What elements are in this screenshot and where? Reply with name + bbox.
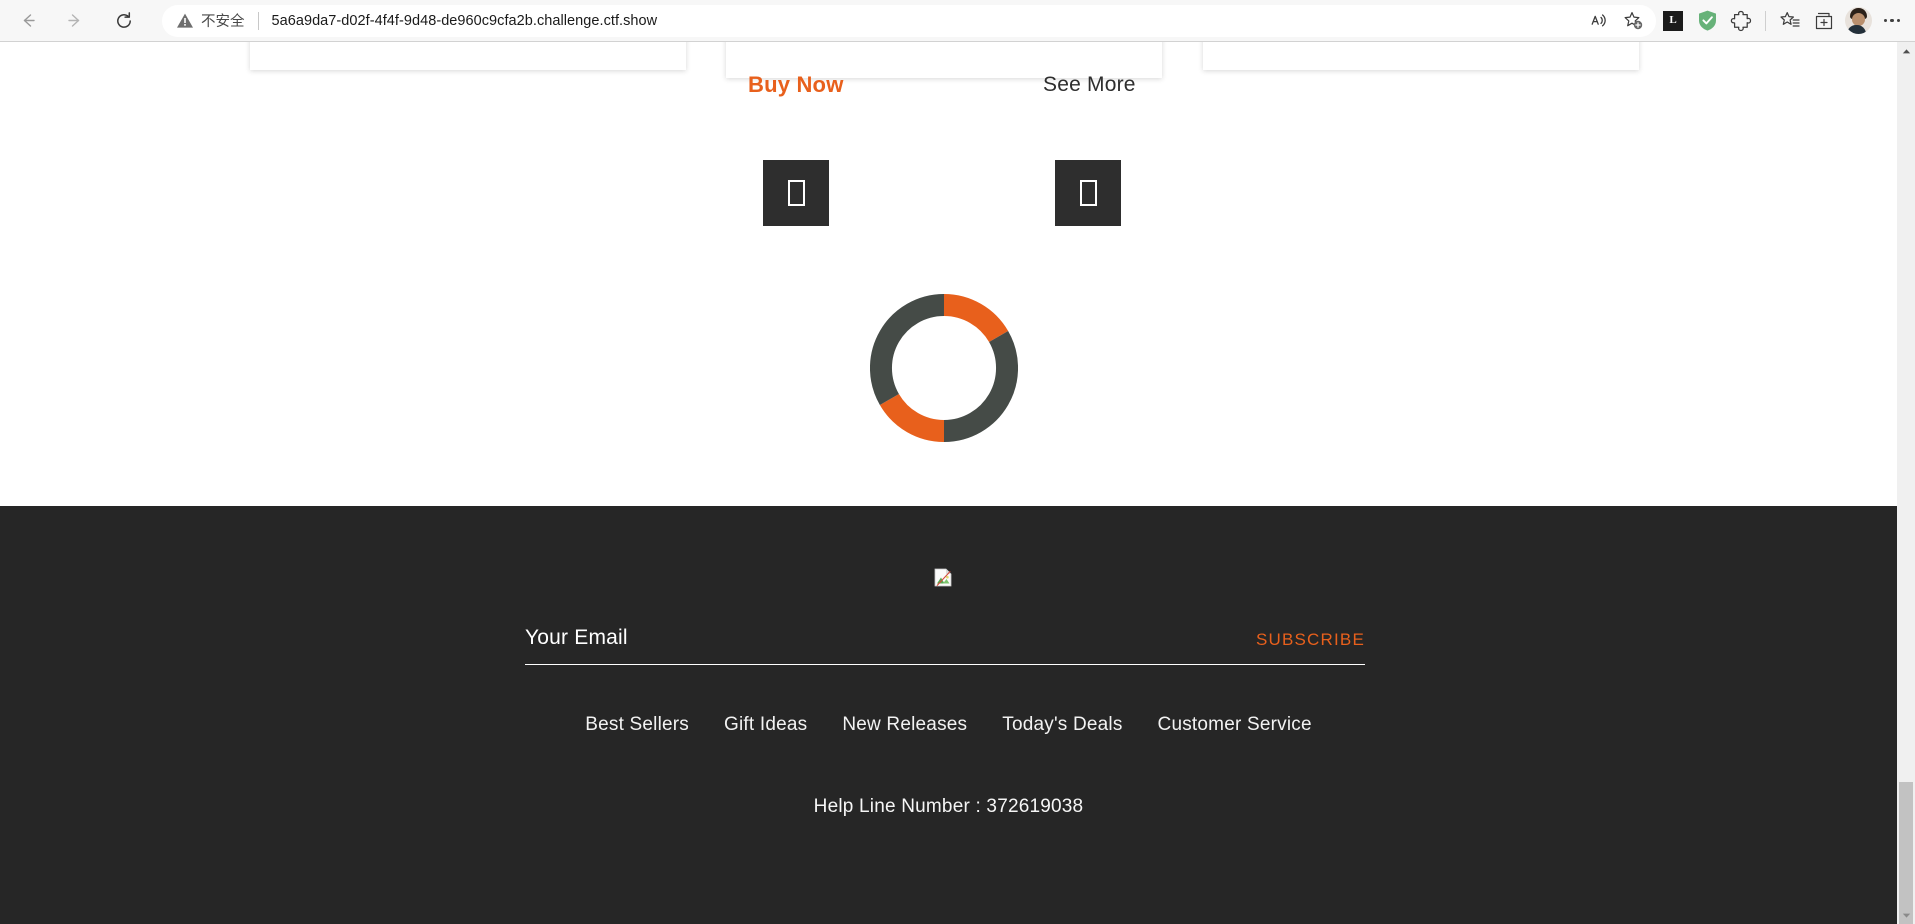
ellipsis-dot <box>1883 18 1888 23</box>
back-arrow-icon <box>23 14 35 27</box>
browser-extensions-toolbar: L <box>1656 5 1915 37</box>
star-plus-icon <box>1624 12 1642 30</box>
forward-arrow-icon <box>67 14 79 27</box>
omnibox-divider <box>257 11 259 30</box>
adguard-shield-button[interactable] <box>1690 5 1724 37</box>
forward-button[interactable] <box>56 3 92 39</box>
avatar-face <box>1851 13 1865 26</box>
footer-link-gift-ideas[interactable]: Gift Ideas <box>724 714 807 736</box>
security-status-label: 不安全 <box>201 14 245 30</box>
toolbar-divider <box>1765 10 1766 31</box>
missing-glyph-box-2[interactable] <box>1055 160 1121 226</box>
tofu-glyph-icon <box>787 180 805 206</box>
address-bar[interactable]: 不安全 5a6a9da7-d02f-4f4f-9d48-de960c9cfa2b… <box>162 4 1656 37</box>
product-cards-strip <box>0 42 1897 100</box>
scrollbar-up-button[interactable] <box>1897 42 1915 60</box>
ellipsis-dot <box>1896 18 1901 23</box>
chevron-down-icon <box>1902 913 1910 918</box>
collections-add-icon <box>1815 12 1833 29</box>
back-button[interactable] <box>10 3 46 39</box>
email-input[interactable] <box>525 625 1125 650</box>
favorites-button[interactable] <box>1773 5 1807 37</box>
page-scrollbar[interactable] <box>1897 42 1915 924</box>
page-viewport: Buy Now See More Your Email SUBSCRIBE Be… <box>0 42 1897 924</box>
not-secure-warning-icon[interactable] <box>176 12 194 30</box>
ellipsis-dot <box>1890 18 1894 23</box>
chevron-up-icon <box>1902 48 1910 53</box>
url-text: 5a6a9da7-d02f-4f4f-9d48-de960c9cfa2b.cha… <box>271 12 658 29</box>
settings-and-more-button[interactable] <box>1875 5 1909 37</box>
add-to-favorites-button[interactable] <box>1616 5 1650 37</box>
reload-button[interactable] <box>106 3 142 39</box>
footer-link-todays-deals[interactable]: Today's Deals <box>1002 714 1122 736</box>
puzzle-piece-icon <box>1730 10 1752 31</box>
avatar <box>1844 7 1872 34</box>
omnibox-actions <box>1582 5 1650 37</box>
product-card-left[interactable] <box>250 42 686 70</box>
read-aloud-icon <box>1591 14 1606 27</box>
broken-image-icon <box>934 568 952 587</box>
footer-logo-broken-image <box>934 568 952 587</box>
avatar-body <box>1846 25 1866 34</box>
browser-toolbar: 不安全 5a6a9da7-d02f-4f4f-9d48-de960c9cfa2b… <box>0 0 1915 42</box>
footer-link-new-releases[interactable]: New Releases <box>842 714 967 736</box>
extensions-button[interactable] <box>1724 5 1758 37</box>
shield-check-icon <box>1698 10 1716 31</box>
footer-link-customer-service[interactable]: Customer Service <box>1158 714 1312 736</box>
footer-link-best-sellers[interactable]: Best Sellers <box>585 714 689 736</box>
buy-now-button[interactable]: Buy Now <box>748 72 844 98</box>
loading-spinner <box>870 294 1018 442</box>
extension-l-icon: L <box>1663 10 1683 31</box>
collections-button[interactable] <box>1807 5 1841 37</box>
product-card-right[interactable] <box>1203 42 1639 70</box>
newsletter-signup-row: SUBSCRIBE <box>525 611 1365 665</box>
help-line-number: Help Line Number : 372619038 <box>813 796 1084 817</box>
tofu-glyph-icon <box>1079 180 1097 206</box>
subscribe-button[interactable]: SUBSCRIBE <box>1256 630 1365 650</box>
site-footer: SUBSCRIBE Best Sellers Gift Ideas New Re… <box>0 506 1897 924</box>
read-aloud-button[interactable] <box>1582 5 1616 37</box>
profile-button[interactable] <box>1841 5 1875 37</box>
extension-l-button[interactable]: L <box>1656 5 1690 37</box>
missing-glyph-box-1[interactable] <box>763 160 829 226</box>
see-more-link[interactable]: See More <box>1043 73 1136 97</box>
scrollbar-down-button[interactable] <box>1897 906 1915 924</box>
scrollbar-thumb[interactable] <box>1899 782 1913 924</box>
favorites-star-list-icon <box>1780 11 1800 27</box>
extension-l-glyph: L <box>1669 14 1677 26</box>
spinner-ring-icon <box>870 294 1018 442</box>
footer-nav-links: Best Sellers Gift Ideas New Releases Tod… <box>0 714 1897 736</box>
reload-icon <box>117 11 131 28</box>
